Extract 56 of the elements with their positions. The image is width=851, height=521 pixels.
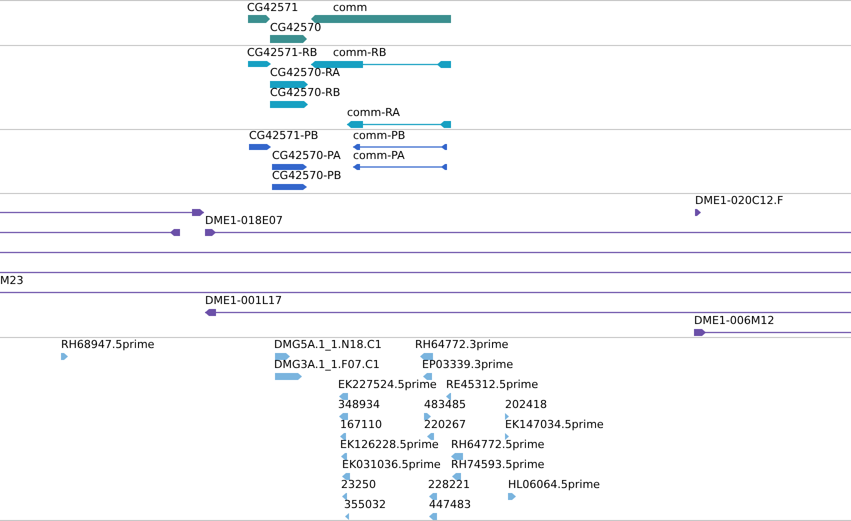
feature-label: HL06064.5prime (508, 478, 600, 492)
feature-label: DME1-020C12.F (695, 194, 784, 208)
feature-label: DMG3A.1_1.F07.C1 (274, 358, 380, 372)
feature-label: CG42570 (270, 21, 322, 35)
feature-label: DME1-001L17 (205, 294, 282, 308)
feature-label: 220267 (424, 418, 466, 432)
feature-label: CG42570-PA (272, 149, 341, 163)
feature-line[interactable] (205, 228, 851, 236)
feature-line[interactable] (0, 208, 204, 216)
feature-label: CG42571-PB (249, 129, 318, 143)
feature-label: CG42571 (247, 1, 298, 15)
feature-label: 228221 (428, 478, 470, 492)
feature-label: comm (333, 1, 368, 15)
feature-label: comm-RA (347, 106, 400, 120)
feature-label: EK227524.5prime (338, 378, 437, 392)
feature-label: CG42570-RB (270, 86, 340, 100)
feature-label: EP03339.3prime (422, 358, 514, 372)
feature-label: DME1-006M12 (694, 314, 774, 328)
feature-line[interactable] (311, 60, 451, 68)
feature-line[interactable] (205, 308, 851, 316)
feature-label: RH64772.5prime (451, 438, 544, 452)
feature-label: 23250 (341, 478, 376, 492)
feature-label: 348934 (338, 398, 380, 412)
feature-label: comm-PB (353, 129, 406, 143)
feature-label: EK031036.5prime (342, 458, 441, 472)
feature-arrow[interactable] (272, 164, 307, 170)
feature-line[interactable] (0, 228, 180, 236)
feature-label: CG42570-RA (270, 66, 340, 80)
feature-label: DMG5A.1_1.N18.C1 (274, 338, 382, 352)
feature-arrow[interactable] (270, 35, 307, 43)
feature-line[interactable] (353, 144, 447, 150)
feature-label: M23 (0, 274, 24, 288)
feature-label: comm-PA (353, 149, 405, 163)
feature-label: DME1-018E07 (205, 214, 283, 228)
feature-label: 483485 (424, 398, 466, 412)
feature-arrow[interactable] (249, 144, 271, 150)
feature-label: RE45312.5prime (446, 378, 538, 392)
feature-label: EK126228.5prime (340, 438, 439, 452)
feature-label: 167110 (340, 418, 382, 432)
feature-arrow[interactable] (248, 61, 271, 67)
feature-arrow[interactable] (272, 184, 307, 190)
feature-label: CG42571-RB (247, 46, 318, 60)
feature-label: RH74593.5prime (451, 458, 544, 472)
feature-arrow[interactable] (248, 15, 270, 23)
feature-label: EK147034.5prime (505, 418, 604, 432)
feature-label: 202418 (505, 398, 547, 412)
feature-label: RH64772.3prime (415, 338, 508, 352)
feature-label: 355032 (344, 498, 386, 512)
feature-label: CG42570-PB (272, 169, 342, 183)
feature-label: RH68947.5prime (61, 338, 154, 352)
feature-label: comm-RB (333, 46, 386, 60)
feature-arrow[interactable] (695, 208, 701, 216)
feature-label: 447483 (429, 498, 471, 512)
feature-line[interactable] (353, 164, 447, 170)
feature-line[interactable] (347, 120, 451, 128)
feature-line[interactable] (694, 328, 851, 336)
